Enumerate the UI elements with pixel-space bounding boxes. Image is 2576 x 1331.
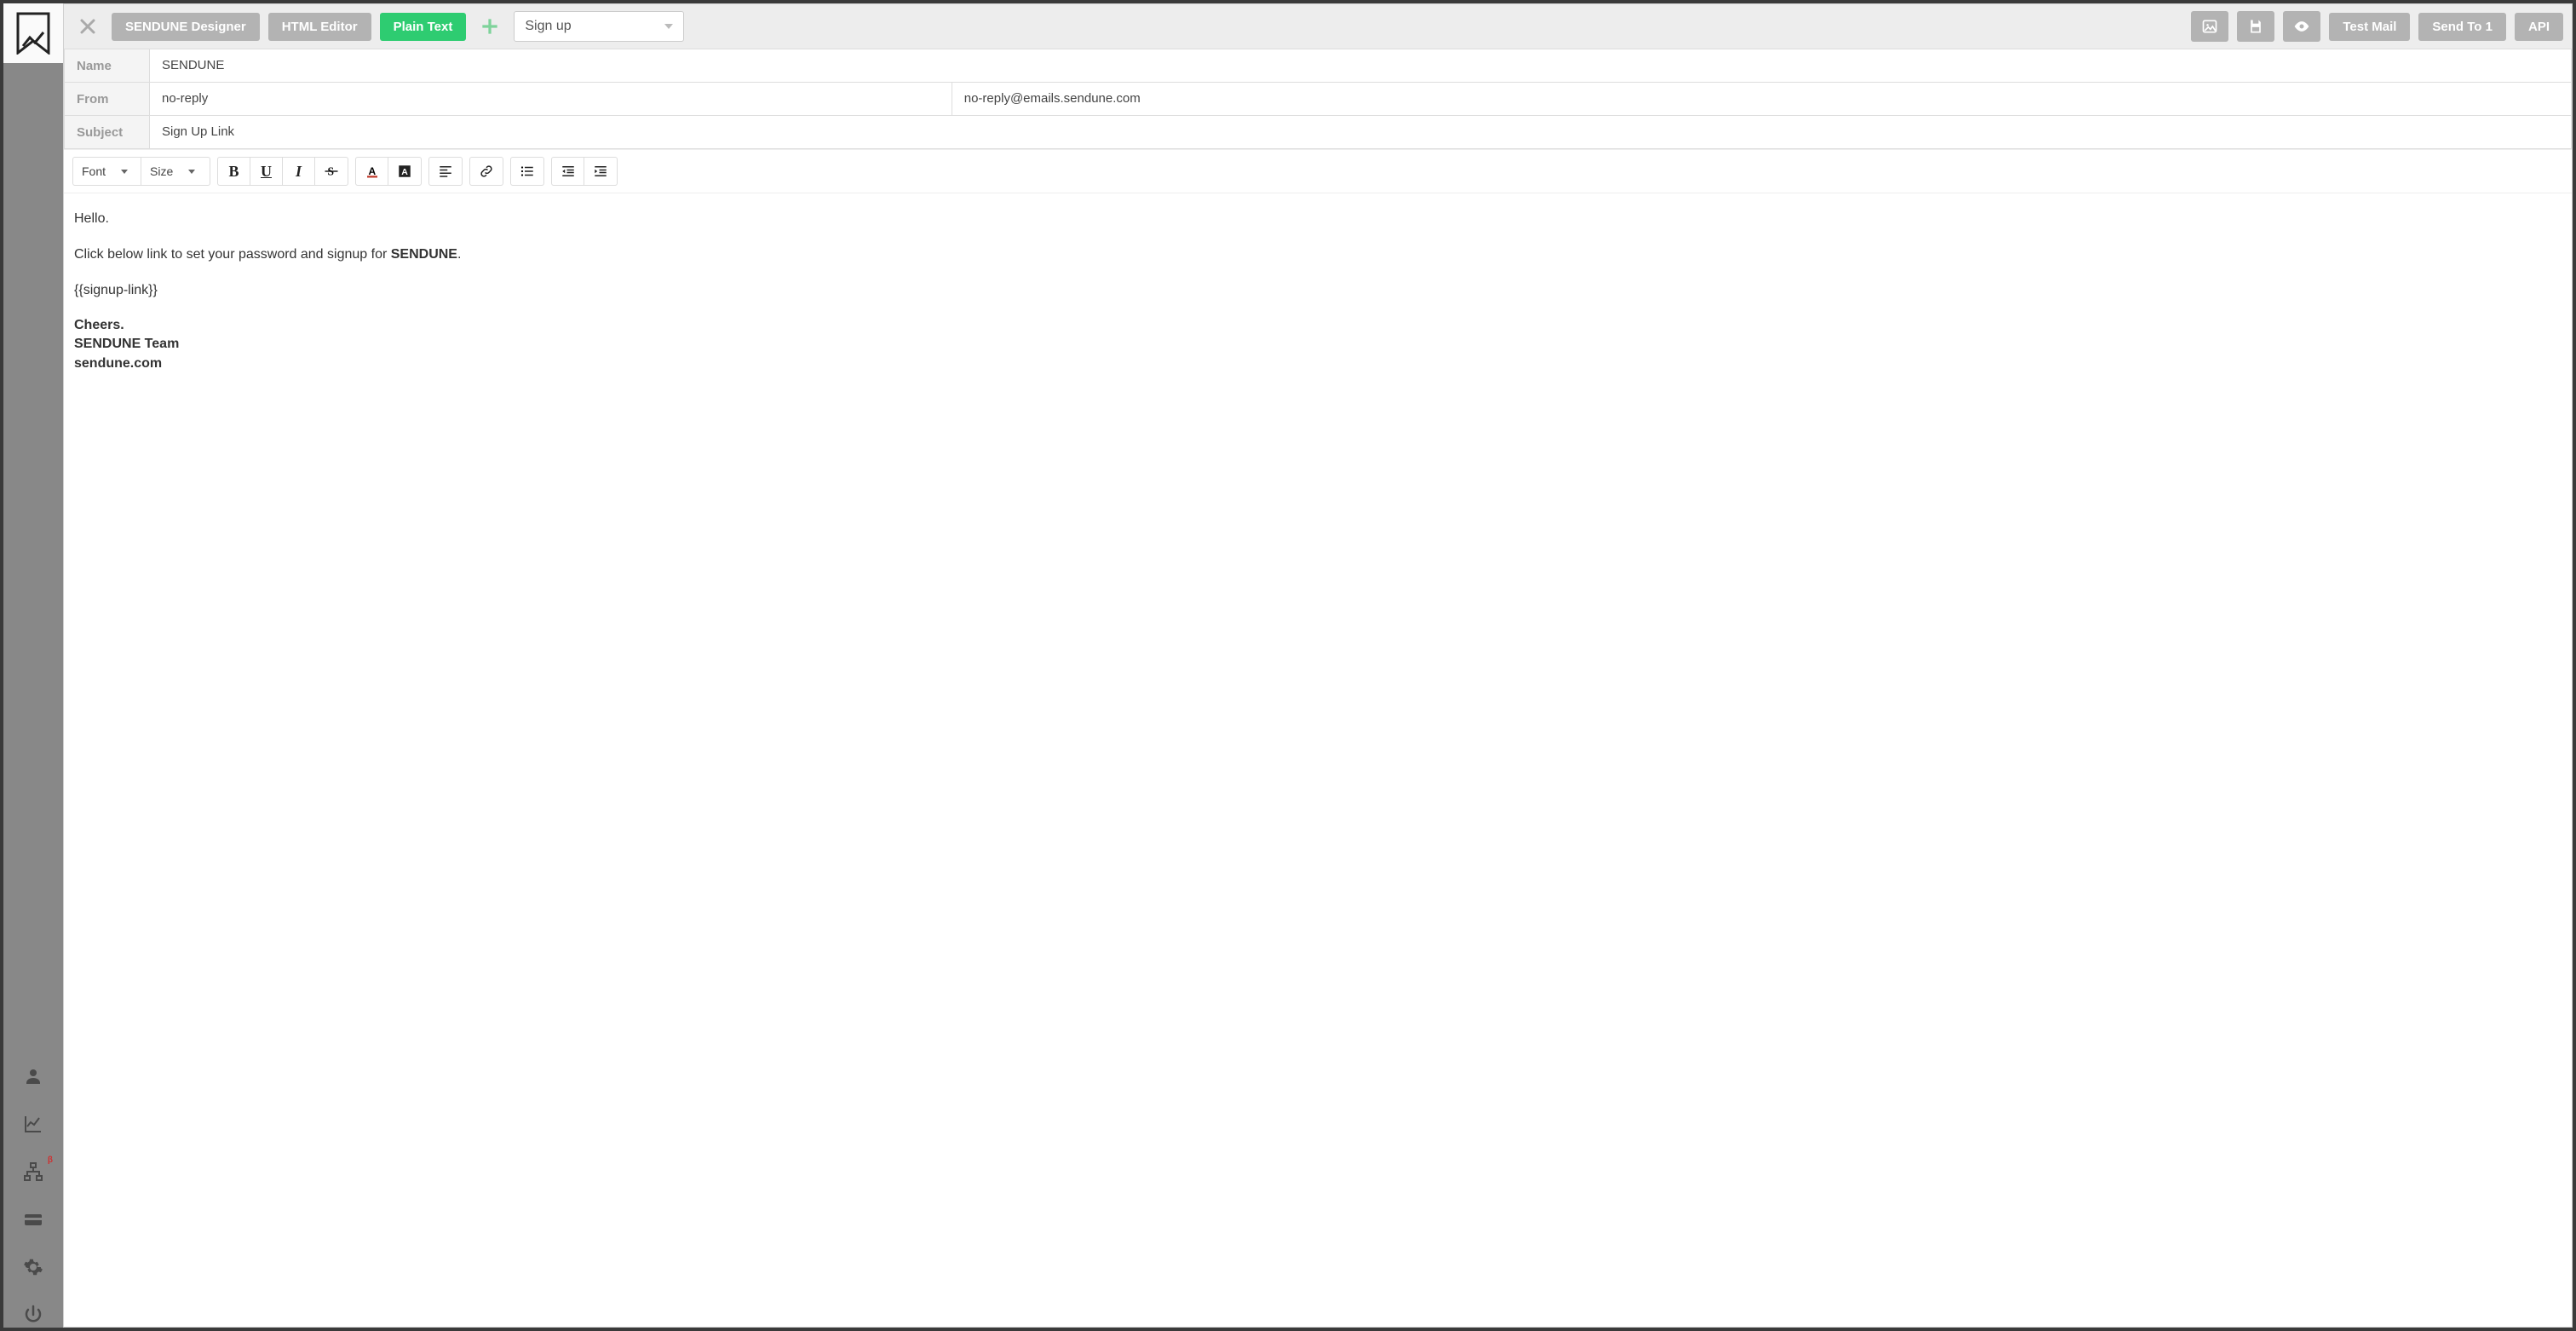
sidebar-item-settings[interactable] [20, 1254, 46, 1280]
test-mail-button[interactable]: Test Mail [2329, 13, 2410, 41]
chart-icon [23, 1114, 43, 1134]
sidebar-item-billing[interactable] [20, 1207, 46, 1232]
link-button[interactable] [470, 158, 503, 185]
workflow-icon [23, 1161, 43, 1182]
add-template-button[interactable] [474, 11, 505, 42]
preview-button[interactable] [2283, 11, 2320, 42]
top-toolbar: SENDUNE Designer HTML Editor Plain Text … [64, 4, 2572, 49]
plus-icon [479, 15, 501, 37]
body-signature: Cheers. SENDUNE Team sendune.com [74, 316, 2562, 373]
chevron-down-icon [188, 170, 195, 174]
from-label: From [65, 83, 150, 116]
bookmark-logo-icon [16, 12, 50, 55]
tab-plain-text[interactable]: Plain Text [380, 13, 467, 41]
indent-button[interactable] [584, 158, 617, 185]
api-button[interactable]: API [2515, 13, 2563, 41]
sidebar-item-workflows[interactable]: β [20, 1159, 46, 1184]
align-button[interactable] [429, 158, 462, 185]
from-email-input[interactable] [964, 91, 2559, 106]
align-left-icon [438, 164, 453, 179]
person-icon [23, 1066, 43, 1086]
size-select[interactable]: Size [141, 158, 210, 185]
list-button[interactable] [511, 158, 543, 185]
strikethrough-button[interactable]: S [315, 158, 348, 185]
underline-button[interactable]: U [250, 158, 283, 185]
name-input[interactable] [162, 58, 2559, 72]
sidebar-item-analytics[interactable] [20, 1111, 46, 1137]
tab-designer[interactable]: SENDUNE Designer [112, 13, 260, 41]
bg-color-icon: A [397, 164, 412, 179]
text-color-icon: A [365, 164, 380, 179]
sidebar-item-contacts[interactable] [20, 1063, 46, 1089]
send-to-button[interactable]: Send To 1 [2418, 13, 2506, 41]
from-name-input[interactable] [162, 91, 940, 106]
editor-content[interactable]: Hello. Click below link to set your pass… [64, 193, 2572, 1327]
rich-text-toolbar: Font Size B U I S A [64, 149, 2572, 193]
name-label: Name [65, 49, 150, 83]
template-dropdown[interactable]: Sign up [514, 11, 684, 42]
svg-text:A: A [368, 165, 376, 177]
template-selected-label: Sign up [525, 19, 571, 34]
save-button[interactable] [2237, 11, 2274, 42]
card-icon [23, 1209, 43, 1230]
body-greeting: Hello. [74, 209, 2562, 229]
beta-badge: β [48, 1155, 53, 1165]
outdent-button[interactable] [552, 158, 584, 185]
indent-icon [593, 164, 608, 179]
subject-label: Subject [65, 116, 150, 149]
chevron-down-icon [121, 170, 128, 174]
close-button[interactable] [72, 11, 103, 42]
gear-icon [23, 1257, 43, 1277]
bg-color-button[interactable]: A [388, 158, 421, 185]
outdent-icon [561, 164, 576, 179]
app-logo[interactable] [3, 3, 63, 63]
strikethrough-icon: S [324, 164, 339, 179]
close-icon [78, 16, 98, 37]
text-color-button[interactable]: A [356, 158, 388, 185]
image-button[interactable] [2191, 11, 2228, 42]
body-line1: Click below link to set your password an… [74, 245, 2562, 265]
image-icon [2201, 18, 2218, 35]
svg-text:A: A [401, 167, 408, 177]
power-icon [23, 1305, 43, 1325]
chevron-down-icon [664, 24, 673, 29]
body-placeholder: {{signup-link}} [74, 280, 2562, 301]
main-panel: SENDUNE Designer HTML Editor Plain Text … [63, 3, 2573, 1328]
bold-button[interactable]: B [218, 158, 250, 185]
list-icon [520, 164, 535, 179]
link-icon [479, 164, 494, 179]
sidebar: β [3, 3, 63, 1328]
sidebar-item-logout[interactable] [20, 1302, 46, 1328]
eye-icon [2293, 18, 2310, 35]
italic-button[interactable]: I [283, 158, 315, 185]
subject-input[interactable] [162, 124, 2559, 139]
tab-html-editor[interactable]: HTML Editor [268, 13, 371, 41]
save-icon [2247, 18, 2264, 35]
email-header-form: Name From Subject [64, 49, 2572, 149]
font-select[interactable]: Font [73, 158, 141, 185]
